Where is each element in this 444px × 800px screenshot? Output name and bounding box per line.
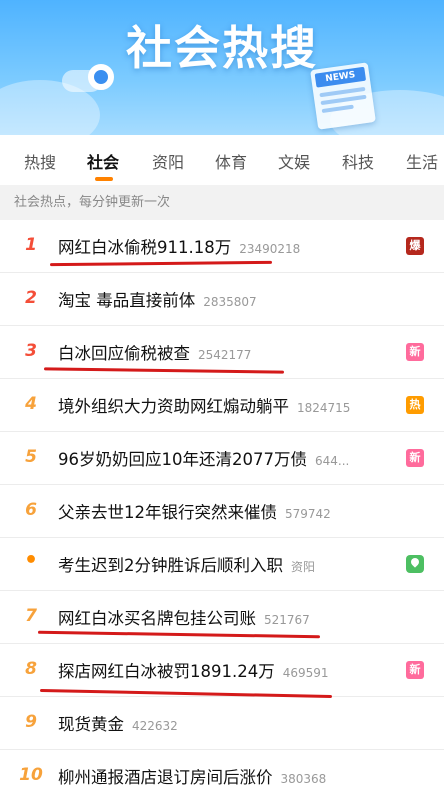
tab-tech[interactable]: 科技 (342, 149, 374, 173)
item-title-wrap: 探店网红白冰被罚1891.24万 469591 (58, 658, 329, 682)
item-count: 2835807 (203, 295, 257, 309)
list-item[interactable]: 2 淘宝 毒品直接前体 2835807 (0, 273, 444, 326)
item-count: 2542177 (198, 348, 252, 362)
item-title: 网红白冰偷税911.18万 (58, 238, 232, 257)
tab-entertainment[interactable]: 文娱 (278, 149, 310, 173)
item-count: 579742 (285, 507, 331, 521)
item-title: 淘宝 毒品直接前体 (58, 291, 196, 310)
header-banner: 社会热搜 NEWS (0, 0, 444, 135)
item-title: 96岁奶奶回应10年还清2077万债 (58, 450, 307, 469)
category-tabs: 热搜 社会 资阳 体育 文娱 科技 生活 (0, 135, 444, 185)
item-count: 644... (314, 454, 350, 468)
news-icon: NEWS (310, 62, 376, 130)
new-badge: 新 (406, 661, 424, 679)
item-title: 探店网红白冰被罚1891.24万 (58, 662, 275, 681)
rank-number: 8 (25, 659, 37, 679)
rank-number: 4 (25, 394, 37, 414)
item-title-wrap: 淘宝 毒品直接前体 2835807 (58, 287, 257, 311)
page-title: 社会热搜 (126, 21, 318, 75)
tab-society[interactable]: 社会 (87, 149, 119, 173)
rank-number: 9 (25, 712, 37, 732)
item-count: 422632 (132, 719, 178, 733)
list-item[interactable]: 9 现货黄金 422632 (0, 697, 444, 750)
news-label: NEWS (314, 66, 367, 88)
item-title-wrap: 境外组织大力资助网红煽动躺平 1824715 (58, 393, 350, 417)
rank-number: 3 (25, 341, 37, 361)
rank-number: 6 (25, 500, 37, 520)
tab-sports[interactable]: 体育 (215, 149, 247, 173)
item-title-wrap: 父亲去世12年银行突然来催债 579742 (58, 499, 331, 523)
item-title-wrap: 网红白冰偷税911.18万 23490218 (58, 234, 300, 258)
item-count: 1824715 (297, 401, 351, 415)
item-title: 白冰回应偷税被查 (58, 344, 190, 363)
active-tab-indicator (95, 177, 113, 181)
rank-number: 10 (19, 765, 43, 785)
tab-life[interactable]: 生活 (406, 149, 438, 173)
rank-number: 5 (25, 447, 37, 467)
item-title: 考生迟到2分钟胜诉后顺利入职 (58, 556, 283, 575)
rank-number: 7 (25, 606, 37, 626)
item-title: 柳州通报酒店退订房间后涨价 (58, 768, 273, 787)
hot-badge: 爆 (406, 237, 424, 255)
item-location: 资阳 (291, 560, 316, 574)
item-count: 469591 (282, 666, 329, 680)
item-title: 网红白冰买名牌包挂公司账 (58, 609, 256, 628)
tab-ziyang[interactable]: 资阳 (152, 149, 184, 173)
new-badge: 新 (406, 449, 424, 467)
item-count: 380368 (280, 772, 327, 786)
rank-number: 1 (25, 235, 37, 255)
trending-badge: 热 (406, 396, 424, 414)
list-item[interactable]: • 考生迟到2分钟胜诉后顺利入职 资阳 (0, 538, 444, 591)
list-item[interactable]: 6 父亲去世12年银行突然来催债 579742 (0, 485, 444, 538)
item-title-wrap: 96岁奶奶回应10年还清2077万债 644... (58, 446, 349, 470)
item-title-wrap: 柳州通报酒店退订房间后涨价 380368 (58, 764, 326, 788)
item-title: 境外组织大力资助网红煽动躺平 (58, 397, 289, 416)
rank-number: 2 (25, 288, 37, 308)
list-item[interactable]: 4 境外组织大力资助网红煽动躺平 1824715 热 (0, 379, 444, 432)
list-item[interactable]: 5 96岁奶奶回应10年还清2077万债 644... 新 (0, 432, 444, 485)
location-icon (406, 555, 424, 573)
update-notice: 社会热点，每分钟更新一次 (0, 185, 444, 220)
tab-hot[interactable]: 热搜 (24, 149, 56, 173)
item-title-wrap: 网红白冰买名牌包挂公司账 521767 (58, 605, 310, 629)
local-dot-icon: • (23, 548, 39, 573)
item-count: 23490218 (239, 242, 301, 256)
item-title-wrap: 现货黄金 422632 (58, 711, 178, 735)
item-title-wrap: 白冰回应偷税被查 2542177 (58, 340, 251, 364)
item-title-wrap: 考生迟到2分钟胜诉后顺利入职 资阳 (58, 552, 315, 576)
list-item[interactable]: 10 柳州通报酒店退订房间后涨价 380368 (0, 750, 444, 800)
item-count: 521767 (264, 613, 310, 627)
new-badge: 新 (406, 343, 424, 361)
item-title: 现货黄金 (58, 715, 124, 734)
item-title: 父亲去世12年银行突然来催债 (58, 503, 277, 522)
